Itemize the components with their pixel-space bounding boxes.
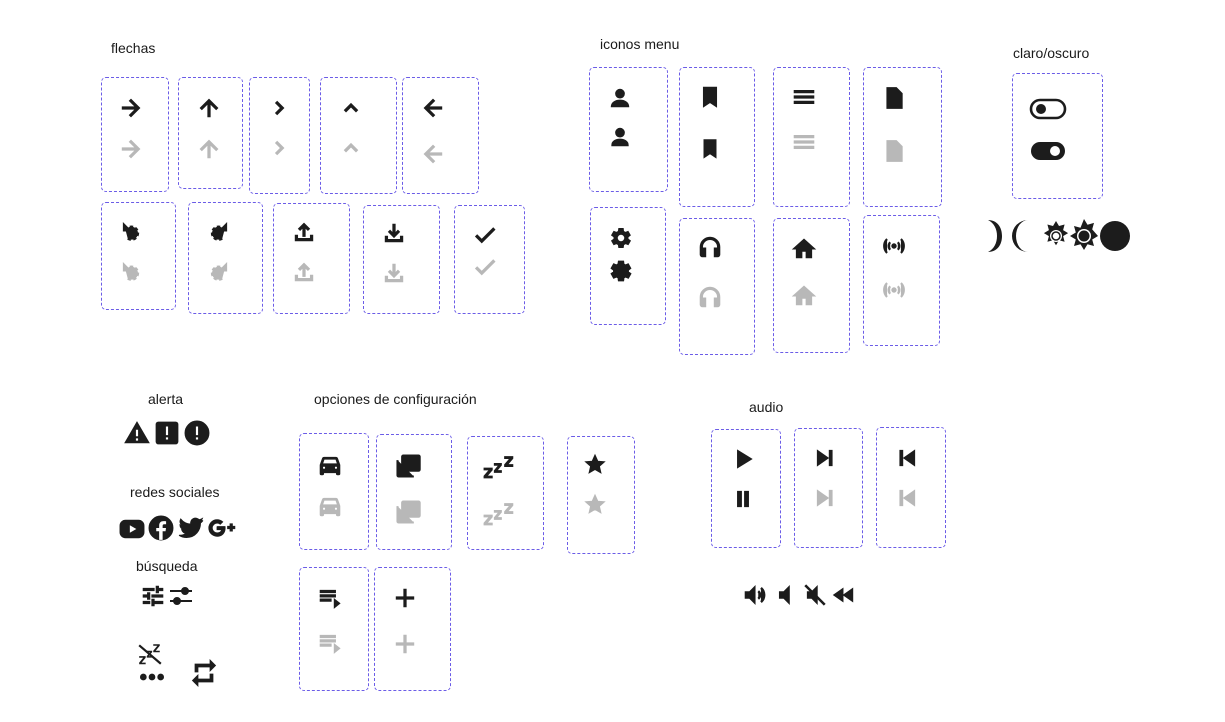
section-label-iconos-menu: iconos menu <box>600 36 680 52</box>
rewind-icon[interactable] <box>831 582 857 608</box>
moon-crescent-icon <box>988 220 1005 252</box>
car-icon[interactable] <box>317 452 343 478</box>
menu-icon[interactable] <box>791 84 817 110</box>
section-label-busqueda: búsqueda <box>136 558 198 574</box>
moon-icon <box>1012 220 1028 252</box>
add-icon[interactable] <box>392 585 418 611</box>
add-light-icon[interactable] <box>392 631 418 657</box>
more-horizontal-icon[interactable] <box>139 664 165 690</box>
upload-light-icon[interactable] <box>291 259 317 285</box>
star-icon[interactable] <box>583 452 607 476</box>
filter-sliders-icon[interactable] <box>168 583 194 609</box>
document-light-icon[interactable] <box>881 138 907 164</box>
skip-next-light-icon[interactable] <box>812 485 838 511</box>
car-group <box>299 433 369 550</box>
chevron-up-icon[interactable] <box>338 95 364 121</box>
alert-circle-icon <box>184 420 210 446</box>
section-label-flechas: flechas <box>111 40 156 56</box>
rotate-left-icon[interactable] <box>118 219 144 245</box>
section-label-opciones: opciones de configuración <box>314 391 477 407</box>
sun-outline-icon <box>1043 221 1069 246</box>
gear-outline-icon[interactable] <box>608 258 634 284</box>
alert-square-icon <box>154 420 180 446</box>
theme-icons <box>986 218 1132 254</box>
pause-icon[interactable] <box>730 486 756 512</box>
car-light-icon[interactable] <box>317 493 343 519</box>
gear-icon[interactable] <box>608 225 634 251</box>
chevron-right-icon[interactable] <box>267 95 293 121</box>
playlist-play-icon[interactable] <box>317 585 343 611</box>
skip-previous-icon[interactable] <box>894 445 920 471</box>
broadcast-light-icon[interactable] <box>881 277 907 303</box>
check-icon[interactable] <box>472 222 498 248</box>
section-label-redes-sociales: redes sociales <box>130 484 220 500</box>
library-light-icon[interactable] <box>394 498 422 526</box>
repeat-icon[interactable] <box>189 658 219 688</box>
home-icon[interactable] <box>791 236 817 262</box>
download-icon[interactable] <box>381 220 407 246</box>
facebook-icon[interactable] <box>148 515 174 541</box>
playlist-play-light-icon[interactable] <box>317 630 343 656</box>
skip-previous-light-icon[interactable] <box>894 485 920 511</box>
user-outline-icon[interactable] <box>607 124 633 150</box>
toggle-on-icon[interactable] <box>1029 139 1067 163</box>
star-light-icon[interactable] <box>583 492 607 516</box>
toggle-off-icon[interactable] <box>1029 97 1067 121</box>
arrow-right-icon[interactable] <box>118 95 144 121</box>
section-label-alerta: alerta <box>148 391 184 407</box>
arrow-up-light-icon[interactable] <box>196 136 222 162</box>
user-icon[interactable] <box>607 85 633 111</box>
headphones-light-icon[interactable] <box>697 284 723 310</box>
rotate-right-light-icon[interactable] <box>206 259 232 285</box>
arrow-left-icon[interactable] <box>420 95 446 121</box>
arrow-right-light-icon[interactable] <box>118 136 144 162</box>
upload-icon[interactable] <box>291 219 317 245</box>
warning-triangle-icon <box>124 420 150 446</box>
tune-sliders-icon[interactable] <box>140 583 166 609</box>
arrow-up-group <box>178 77 243 189</box>
play-icon[interactable] <box>730 446 756 472</box>
circle-dark-icon <box>1100 221 1130 251</box>
volume-up-icon[interactable] <box>742 582 768 608</box>
twitter-icon[interactable] <box>178 515 204 541</box>
youtube-icon[interactable] <box>119 516 145 542</box>
rotate-right-icon[interactable] <box>206 219 232 245</box>
volume-low-icon[interactable] <box>773 582 799 608</box>
chevron-right-light-icon[interactable] <box>267 135 293 161</box>
check-light-icon[interactable] <box>472 254 498 280</box>
bookmark-outline-icon[interactable] <box>697 136 723 162</box>
arrow-up-icon[interactable] <box>196 95 222 121</box>
section-label-audio: audio <box>749 399 784 415</box>
volume-mute-icon[interactable] <box>802 582 828 608</box>
section-label-claro-oscuro: claro/oscuro <box>1013 45 1090 61</box>
bookmark-icon[interactable] <box>697 84 723 110</box>
chevron-up-light-icon[interactable] <box>338 135 364 161</box>
rotate-left-light-icon[interactable] <box>118 259 144 285</box>
sun-icon <box>1070 219 1098 250</box>
snooze-icon[interactable] <box>483 453 515 481</box>
snooze-light-icon[interactable] <box>483 500 515 528</box>
home-light-icon[interactable] <box>791 283 817 309</box>
google-plus-icon[interactable] <box>207 515 239 541</box>
menu-light-icon[interactable] <box>791 129 817 155</box>
broadcast-icon[interactable] <box>881 233 907 259</box>
download-light-icon[interactable] <box>381 260 407 286</box>
headphones-icon[interactable] <box>697 234 723 260</box>
library-icon[interactable] <box>394 452 422 480</box>
arrow-left-light-icon[interactable] <box>420 141 446 167</box>
skip-next-icon[interactable] <box>812 445 838 471</box>
toggle-group <box>1012 73 1103 199</box>
document-icon[interactable] <box>881 85 907 111</box>
